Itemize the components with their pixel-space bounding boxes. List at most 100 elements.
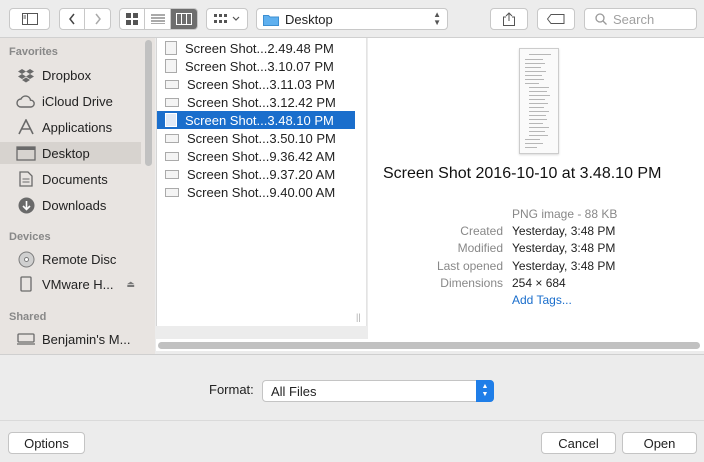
applications-icon (16, 119, 36, 135)
icon-view-button[interactable] (120, 9, 146, 29)
last-opened-label: Last opened (436, 259, 503, 273)
preview-pane: Screen Shot 2016-10-10 at 3.48.10 PM PNG… (368, 38, 704, 343)
file-row[interactable]: Screen Shot...9.37.20 AM (157, 165, 355, 183)
sidebar-item-label: VMware H... (42, 276, 114, 292)
file-name: Screen Shot...2.49.48 PM (185, 40, 334, 56)
list-view-button[interactable] (145, 9, 171, 29)
file-row[interactable]: Screen Shot...2.49.48 PM (157, 39, 355, 57)
sidebar-item-vmware[interactable]: VMware H... ⏏ (0, 273, 141, 295)
share-button[interactable] (490, 8, 528, 30)
options-button[interactable]: Options (8, 432, 85, 454)
sidebar-item-dropbox[interactable]: Dropbox (0, 64, 141, 86)
preview-thumbnail (519, 48, 559, 154)
file-row[interactable]: Screen Shot...3.12.42 PM (157, 93, 355, 111)
file-row[interactable]: Screen Shot...3.10.07 PM (157, 57, 355, 75)
sidebar-icon (21, 13, 38, 25)
image-file-icon (165, 59, 177, 73)
file-row[interactable]: Screen Shot...3.11.03 PM (157, 75, 355, 93)
search-field[interactable]: Search (584, 8, 697, 30)
image-file-icon (165, 97, 179, 107)
view-mode-control (119, 8, 198, 30)
image-file-icon (165, 79, 179, 89)
divider (0, 420, 704, 421)
sidebar-item-label: Benjamin's M... (42, 331, 131, 347)
forward-button[interactable] (85, 9, 110, 29)
disc-icon (16, 251, 36, 267)
sidebar-item-label: Downloads (42, 197, 107, 213)
sidebar-item-documents[interactable]: Documents (0, 168, 141, 190)
image-file-icon (165, 187, 179, 197)
column-resize-handle[interactable]: || (356, 312, 361, 322)
created-label: Created (460, 224, 503, 238)
back-forward-control (59, 8, 111, 30)
path-popup[interactable]: Desktop ▲ ▼ (256, 8, 448, 30)
scrollbar-thumb[interactable] (158, 342, 700, 349)
search-icon (595, 13, 607, 25)
format-popup[interactable]: All Files ▲ ▼ (262, 380, 494, 402)
list-icon (150, 14, 165, 24)
sidebar-toggle-button[interactable] (9, 8, 50, 30)
arrange-icon (214, 14, 227, 23)
toolbar: Desktop ▲ ▼ Search (0, 0, 704, 38)
sidebar-item-benjamins-mac[interactable]: Benjamin's M... (0, 328, 141, 350)
computer-icon (16, 331, 36, 347)
file-row[interactable]: Screen Shot...9.36.42 AM (157, 147, 355, 165)
eject-icon[interactable]: ⏏ (126, 279, 135, 290)
sidebar-item-label: Dropbox (42, 67, 92, 83)
drive-icon (16, 276, 36, 292)
horizontal-scrollbar[interactable] (156, 339, 704, 351)
file-name: Screen Shot...3.48.10 PM (185, 112, 334, 128)
dimensions-value: 254 × 684 (512, 276, 566, 290)
shared-header: Shared (9, 311, 47, 323)
add-tags-link[interactable]: Add Tags... (512, 293, 572, 307)
folder-icon (263, 14, 279, 26)
file-name: Screen Shot...9.36.42 AM (187, 148, 336, 164)
tag-icon (547, 14, 565, 24)
download-icon (16, 197, 36, 213)
file-row[interactable]: Screen Shot...3.50.10 PM (157, 129, 355, 147)
image-file-icon (165, 133, 179, 143)
sidebar-item-label: Desktop (42, 145, 90, 161)
modified-label: Modified (457, 241, 503, 255)
sidebar: Favorites Dropbox iCloud Drive Applicati… (0, 38, 155, 354)
sidebar-item-label: Applications (42, 119, 113, 135)
file-row-selected[interactable]: Screen Shot...3.48.10 PM (157, 111, 355, 129)
column-view-button[interactable] (170, 9, 197, 29)
file-row[interactable]: Screen Shot...9.40.00 AM (157, 183, 355, 201)
back-button[interactable] (60, 9, 86, 29)
devices-header: Devices (9, 231, 51, 243)
file-name: Screen Shot...9.37.20 AM (187, 166, 336, 182)
file-column: Screen Shot...2.49.48 PM Screen Shot...3… (156, 38, 367, 326)
chevron-left-icon (69, 13, 75, 25)
format-value: All Files (271, 383, 317, 399)
tag-button[interactable] (537, 8, 575, 30)
image-file-icon (165, 169, 179, 179)
popup-arrows-icon: ▲ ▼ (476, 380, 494, 402)
sidebar-item-applications[interactable]: Applications (0, 116, 141, 138)
preview-title: Screen Shot 2016-10-10 at 3.48.10 PM (383, 165, 662, 182)
sidebar-item-label: iCloud Drive (42, 93, 113, 109)
chevron-right-icon (94, 13, 101, 25)
file-name: Screen Shot...3.10.07 PM (185, 58, 334, 74)
open-button[interactable]: Open (622, 432, 697, 454)
sidebar-item-desktop[interactable]: Desktop (0, 142, 141, 164)
search-placeholder: Search (613, 11, 655, 27)
image-file-icon (165, 41, 177, 55)
sidebar-item-icloud-drive[interactable]: iCloud Drive (0, 90, 141, 112)
last-opened-value: Yesterday, 3:48 PM (512, 259, 616, 273)
preview-kind: PNG image - 88 KB (512, 207, 618, 221)
sidebar-item-remote-disc[interactable]: Remote Disc (0, 248, 141, 270)
share-icon (503, 12, 515, 26)
sidebar-scrollbar[interactable] (145, 40, 152, 166)
path-folder-label: Desktop (285, 11, 333, 27)
file-name: Screen Shot...3.11.03 PM (187, 76, 335, 92)
dimensions-label: Dimensions (440, 276, 503, 290)
popup-arrows-icon: ▲ ▼ (433, 10, 441, 27)
arrange-menu-button[interactable] (206, 8, 248, 30)
desktop-icon (16, 145, 36, 161)
cancel-button[interactable]: Cancel (541, 432, 616, 454)
created-value: Yesterday, 3:48 PM (512, 224, 616, 238)
sidebar-item-downloads[interactable]: Downloads (0, 194, 141, 216)
chevron-down-icon (232, 16, 240, 21)
format-label: Format: (209, 382, 254, 397)
